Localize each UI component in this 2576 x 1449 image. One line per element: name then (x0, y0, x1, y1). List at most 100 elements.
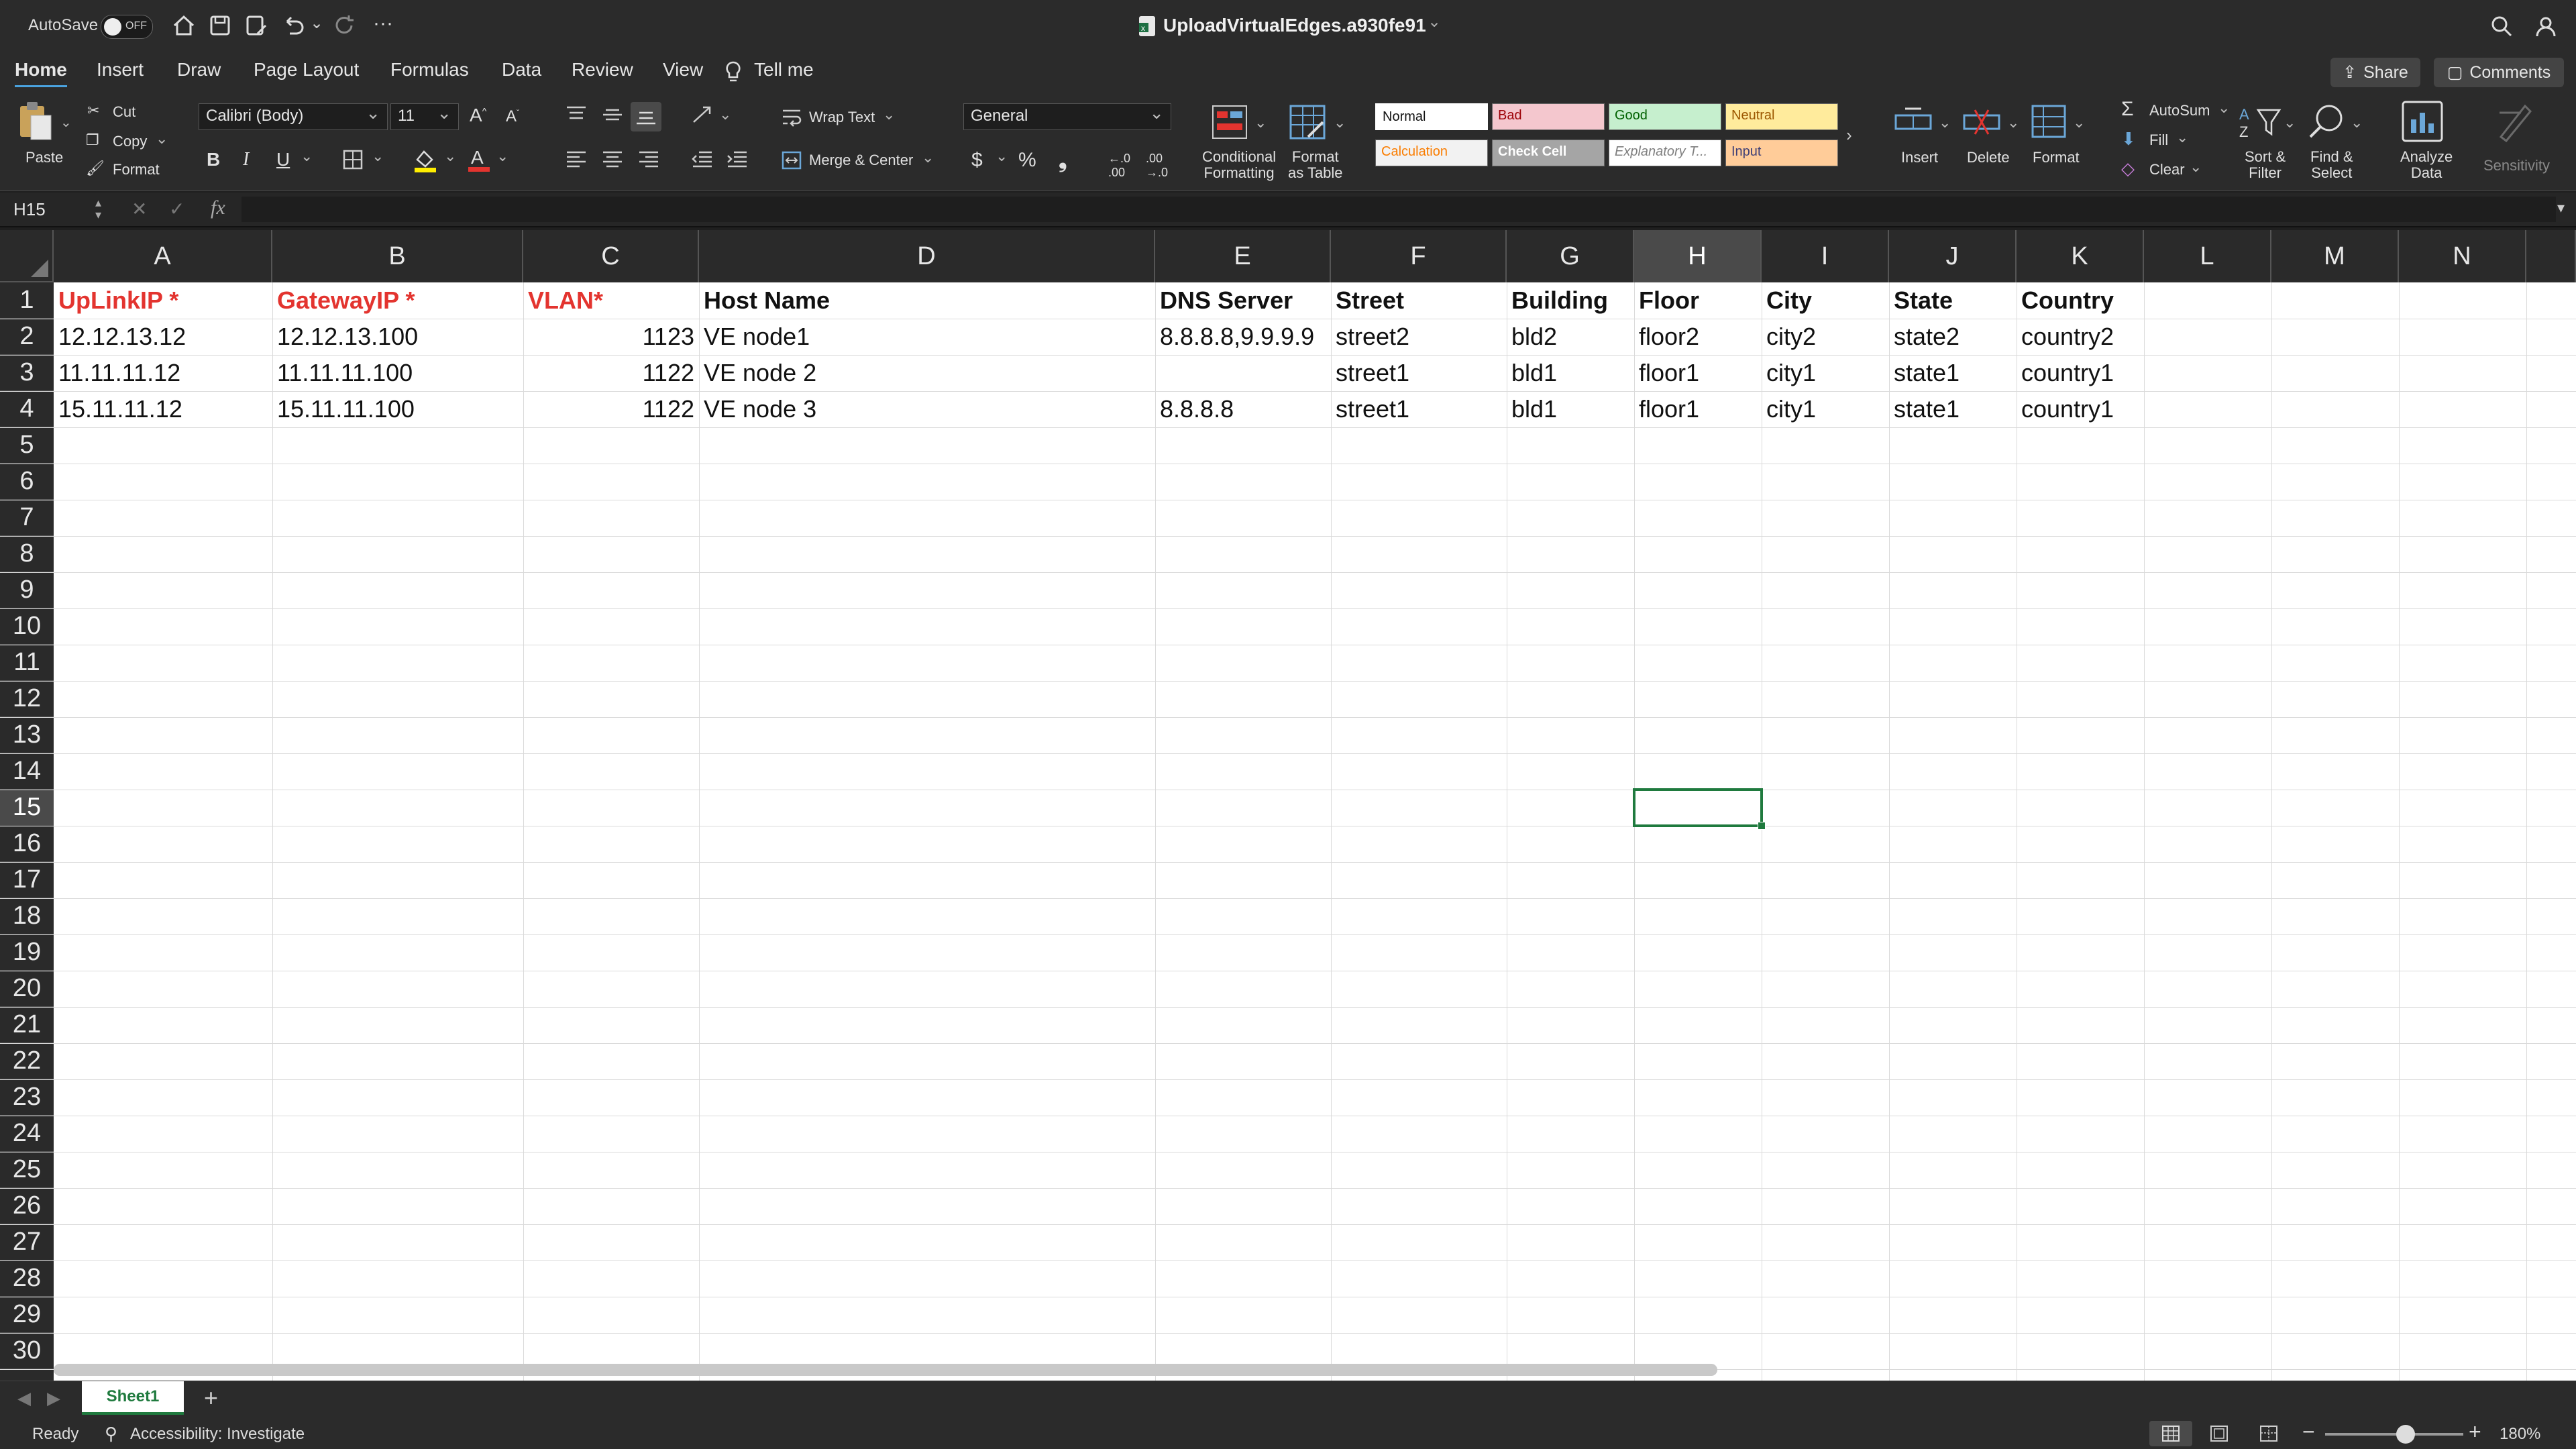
format-as-table-label[interactable]: Format as Table (1288, 149, 1343, 181)
column-header-b[interactable]: B (272, 230, 523, 282)
insert-cells-icon[interactable] (1892, 103, 1935, 141)
font-size-dropdown[interactable]: 11 (390, 103, 459, 130)
cell-h4[interactable]: floor1 (1634, 391, 1762, 427)
cell-b3[interactable]: 11.11.11.100 (272, 355, 523, 391)
cell-a1[interactable]: UpLinkIP * (54, 282, 272, 319)
clear-eraser-icon[interactable]: ◇ (2121, 158, 2135, 179)
row-header-10[interactable]: 10 (0, 608, 54, 645)
cell-a2[interactable]: 12.12.13.12 (54, 319, 272, 355)
fill-handle[interactable] (1758, 822, 1766, 830)
cell-c1[interactable]: VLAN* (523, 282, 699, 319)
clear-dropdown-icon[interactable]: ⌄ (2190, 158, 2202, 176)
cell-j4[interactable]: state1 (1889, 391, 2017, 427)
column-header-j[interactable]: J (1889, 230, 2017, 282)
underline-button[interactable]: U (276, 149, 290, 170)
expand-formula-bar-icon[interactable]: ▾ (2557, 199, 2565, 217)
cell-b2[interactable]: 12.12.13.100 (272, 319, 523, 355)
cell-e1[interactable]: DNS Server (1155, 282, 1331, 319)
normal-view-button[interactable] (2149, 1421, 2192, 1446)
select-all-corner[interactable] (0, 230, 54, 282)
zoom-in-button[interactable]: + (2469, 1419, 2481, 1444)
active-cell-selection[interactable] (1633, 788, 1766, 830)
autosum-icon[interactable]: Σ (2121, 98, 2134, 121)
decrease-decimal-icon[interactable]: .00 →.0 (1146, 152, 1168, 180)
row-header-15[interactable]: 15 (0, 790, 54, 826)
percent-icon[interactable]: % (1018, 149, 1036, 172)
cell-style-bad[interactable]: Bad (1492, 103, 1605, 130)
format-dropdown-icon[interactable]: ⌄ (2073, 114, 2085, 131)
row-header-2[interactable]: 2 (0, 319, 54, 355)
find-select-icon[interactable] (2306, 102, 2347, 141)
copy-label[interactable]: Copy (113, 133, 147, 150)
zoom-slider-track[interactable] (2325, 1433, 2463, 1436)
format-painter-icon[interactable]: 🖌 (86, 160, 105, 177)
cell-style-calculation[interactable]: Calculation (1375, 140, 1488, 166)
cut-label[interactable]: Cut (113, 103, 136, 121)
merge-center-icon[interactable] (781, 150, 802, 170)
cell-e4[interactable]: 8.8.8.8 (1155, 391, 1331, 427)
row-header-17[interactable]: 17 (0, 862, 54, 898)
cell-a3[interactable]: 11.11.11.12 (54, 355, 272, 391)
cell-f1[interactable]: Street (1331, 282, 1507, 319)
insert-function-icon[interactable]: fx (211, 197, 225, 219)
cell-i3[interactable]: city1 (1762, 355, 1889, 391)
row-header-12[interactable]: 12 (0, 681, 54, 717)
share-button[interactable]: ⇪ Share (2330, 58, 2420, 87)
account-icon[interactable] (2534, 15, 2557, 38)
cell-d2[interactable]: VE node1 (699, 319, 1155, 355)
conditional-formatting-dropdown-icon[interactable]: ⌄ (1254, 114, 1267, 131)
number-format-dropdown[interactable]: General (963, 103, 1171, 130)
sheet-tab-sheet1[interactable]: Sheet1 (82, 1381, 184, 1415)
row-header-26[interactable]: 26 (0, 1188, 54, 1224)
column-header-g[interactable]: G (1507, 230, 1634, 282)
page-layout-view-icon[interactable] (2210, 1425, 2229, 1442)
row-header-28[interactable]: 28 (0, 1260, 54, 1297)
wrap-text-dropdown-icon[interactable]: ⌄ (883, 106, 895, 123)
orientation-dropdown-icon[interactable]: ⌄ (719, 106, 731, 123)
cell-c3[interactable]: 1122 (523, 355, 699, 391)
cell-i4[interactable]: city1 (1762, 391, 1889, 427)
increase-decimal-icon[interactable]: ←.0.00 (1108, 152, 1130, 180)
cell-j3[interactable]: state1 (1889, 355, 2017, 391)
fill-dropdown-icon[interactable]: ⌄ (2176, 129, 2188, 146)
align-middle-icon[interactable] (601, 105, 624, 125)
undo-dropdown-icon[interactable]: ⌄ (310, 13, 323, 33)
row-header-3[interactable]: 3 (0, 355, 54, 391)
title-dropdown-icon[interactable]: ⌄ (1428, 12, 1441, 32)
tab-draw[interactable]: Draw (177, 59, 221, 80)
row-header-13[interactable]: 13 (0, 717, 54, 753)
row-header-16[interactable]: 16 (0, 826, 54, 862)
search-icon[interactable] (2490, 15, 2513, 38)
zoom-level[interactable]: 180% (2500, 1425, 2540, 1444)
styles-more-icon[interactable]: › (1846, 125, 1852, 146)
column-header-d[interactable]: D (699, 230, 1155, 282)
format-as-table-icon[interactable] (1288, 103, 1327, 141)
cell-style-normal[interactable]: Normal (1375, 103, 1488, 130)
italic-button[interactable]: I (243, 149, 249, 170)
orientation-icon[interactable] (690, 103, 716, 126)
column-header-l[interactable]: L (2144, 230, 2271, 282)
autosave-toggle[interactable]: OFF (101, 15, 153, 39)
conditional-formatting-label[interactable]: Conditional Formatting (1202, 149, 1276, 181)
home-icon[interactable] (172, 13, 196, 38)
sensitivity-icon[interactable] (2494, 99, 2534, 144)
merge-center-label[interactable]: Merge & Center (809, 152, 913, 169)
tab-review[interactable]: Review (572, 59, 633, 80)
column-header-e[interactable]: E (1155, 230, 1331, 282)
cell-k2[interactable]: country2 (2017, 319, 2144, 355)
cell-d1[interactable]: Host Name (699, 282, 1155, 319)
cell-b1[interactable]: GatewayIP * (272, 282, 523, 319)
bold-button[interactable]: B (207, 149, 220, 170)
redo-icon[interactable] (333, 13, 357, 38)
row-header-18[interactable]: 18 (0, 898, 54, 934)
autosum-label[interactable]: AutoSum (2149, 102, 2210, 119)
analyze-data-icon[interactable] (2400, 99, 2445, 144)
cell-f2[interactable]: street2 (1331, 319, 1507, 355)
delete-cells-label[interactable]: Delete (1967, 149, 2010, 166)
cell-f3[interactable]: street1 (1331, 355, 1507, 391)
decrease-font-icon[interactable]: Aˇ (506, 107, 519, 126)
row-header-4[interactable]: 4 (0, 391, 54, 427)
cell-d4[interactable]: VE node 3 (699, 391, 1155, 427)
fill-icon[interactable]: ⬇ (2121, 129, 2136, 150)
tab-insert[interactable]: Insert (97, 59, 144, 80)
